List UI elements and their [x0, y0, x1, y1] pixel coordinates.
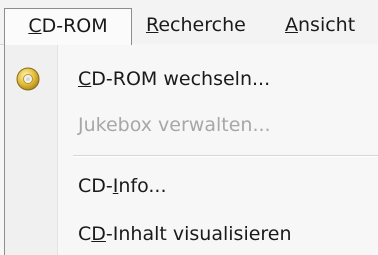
menu-ansicht[interactable]: Ansicht [285, 8, 355, 42]
menu-item-jukebox-verwalten: Jukebox verwalten... [5, 104, 378, 146]
menu-bar: CD-ROM Recherche Ansicht [0, 0, 378, 45]
cd-icon [16, 67, 40, 91]
menu-item-label: CD-Info... [78, 175, 167, 197]
menu-cd-rom-accel: C [28, 15, 42, 37]
menu-recherche[interactable]: Recherche [146, 8, 246, 42]
menu-separator [73, 155, 378, 157]
menu-ansicht-accel: A [285, 14, 298, 36]
menu-cd-rom[interactable]: CD-ROM [4, 8, 132, 45]
cd-rom-dropdown-menu: CD-ROM wechseln... Jukebox verwalten... … [4, 44, 378, 255]
menu-item-cd-rom-wechseln[interactable]: CD-ROM wechseln... [5, 58, 378, 100]
menu-ansicht-label: nsicht [298, 14, 356, 36]
menu-cd-rom-label: D-ROM [41, 15, 108, 37]
menu-recherche-accel: R [146, 14, 159, 36]
menu-recherche-label: echerche [158, 14, 246, 36]
menu-item-label: CD-Inhalt visualisieren [78, 223, 292, 245]
menu-item-cd-info[interactable]: CD-Info... [5, 165, 378, 207]
menu-item-label: CD-ROM wechseln... [78, 68, 271, 90]
menu-item-cd-inhalt-visualisieren[interactable]: CD-Inhalt visualisieren [5, 213, 378, 255]
menu-item-label: Jukebox verwalten... [78, 114, 271, 136]
